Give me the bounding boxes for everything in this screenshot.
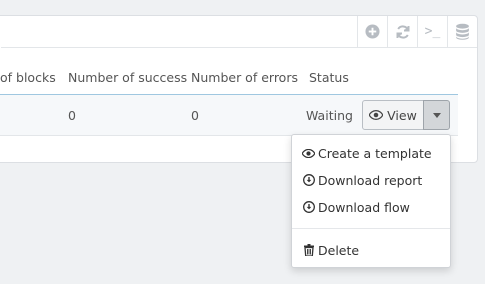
menu-divider [292,228,450,229]
column-header-errors[interactable]: Number of errors [191,70,298,85]
view-button[interactable]: View [362,100,424,130]
terminal-icon[interactable]: >_ [417,16,447,47]
add-icon[interactable] [358,16,387,47]
menu-item-label: Download flow [318,199,410,215]
menu-item-download-report[interactable]: Download report [302,170,422,190]
eye-icon [369,110,384,120]
column-header-blocks[interactable]: of blocks [0,70,56,85]
actions-dropdown-menu: Create a template Download report Downlo… [291,134,451,268]
menu-item-label: Delete [318,242,360,258]
view-button-label: View [387,107,417,123]
menu-item-label: Create a template [318,145,432,161]
view-dropdown-toggle[interactable] [423,100,450,130]
menu-item-create-template[interactable]: Create a template [302,143,432,163]
column-header-status[interactable]: Status [309,70,349,85]
panel-toolbar: >_ [357,16,477,47]
terminal-glyph: >_ [424,24,441,39]
cell-errors: 0 [191,108,199,123]
menu-item-delete[interactable]: Delete [302,240,359,260]
cell-status: Waiting [306,108,353,123]
caret-down-icon [432,112,441,118]
eye-icon [302,147,315,160]
refresh-icon[interactable] [387,16,417,47]
cell-success: 0 [68,108,76,123]
download-icon [302,174,315,187]
menu-item-download-flow[interactable]: Download flow [302,197,410,217]
toolbar-divider [1,47,477,48]
column-header-success[interactable]: Number of success [68,70,187,85]
menu-item-label: Download report [318,172,423,188]
trash-icon [302,244,315,257]
download-icon [302,201,315,214]
database-icon[interactable] [447,16,477,47]
